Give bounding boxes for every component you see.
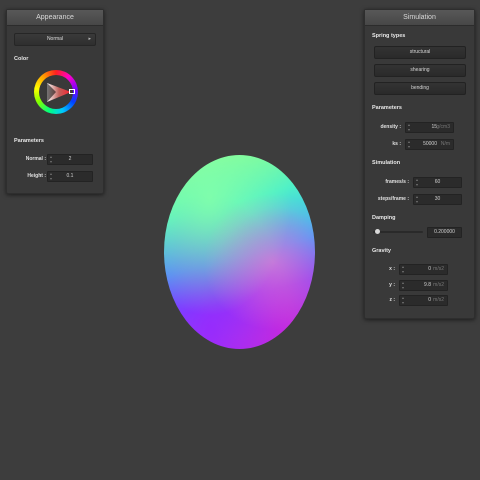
- steps-value: 30: [434, 196, 441, 202]
- ks-field[interactable]: ▴ ▾ 50000 N/m: [405, 139, 454, 150]
- gravity-x-label: x :: [389, 266, 395, 272]
- normal-value: 2: [68, 156, 72, 162]
- appearance-panel: Appearance Normal ▸ Color Parameters Nor…: [6, 9, 104, 194]
- damping-label: Damping: [372, 215, 396, 221]
- spinner-arrows-icon[interactable]: ▴ ▾: [402, 295, 404, 305]
- shading-mode-select[interactable]: Normal ▸: [14, 33, 96, 46]
- damping-slider-handle[interactable]: [375, 229, 381, 234]
- height-value: 0.1: [66, 173, 74, 179]
- gravity-z-value: 0: [428, 297, 431, 303]
- gravity-z-unit: m/s2: [433, 297, 444, 303]
- spring-types-label: Spring types: [372, 33, 406, 39]
- normal-field[interactable]: ▴ ▾ 2: [47, 154, 93, 165]
- gravity-label: Gravity: [372, 248, 391, 254]
- gravity-y-unit: m/s2: [433, 282, 444, 288]
- density-label: density :: [380, 124, 401, 130]
- damping-field[interactable]: 0.200000: [427, 227, 462, 238]
- gravity-y-value: 9.8: [424, 282, 431, 288]
- appearance-panel-title[interactable]: Appearance: [7, 10, 103, 26]
- fps-field[interactable]: ▴ ▾ 60: [413, 177, 462, 188]
- height-field[interactable]: ▴ ▾ 0.1: [47, 171, 93, 182]
- gravity-z-label: z :: [389, 297, 395, 303]
- spinner-arrows-icon[interactable]: ▴ ▾: [402, 280, 404, 290]
- color-label: Color: [14, 56, 29, 62]
- sim-parameters-label: Parameters: [372, 105, 402, 111]
- ks-value: 50000: [423, 141, 437, 147]
- bending-toggle-button[interactable]: bending: [374, 82, 466, 95]
- chevron-down-icon: ▸: [88, 36, 91, 42]
- spinner-arrows-icon[interactable]: ▴ ▾: [408, 122, 410, 132]
- gravity-z-field[interactable]: ▴ ▾ 0 m/s2: [399, 295, 448, 306]
- ks-unit: N/m: [440, 141, 450, 147]
- gravity-y-field[interactable]: ▴ ▾ 9.8 m/s2: [399, 280, 448, 291]
- gravity-y-label: y :: [389, 282, 395, 288]
- fps-value: 60: [434, 179, 441, 185]
- density-unit: g/cm3: [436, 124, 450, 130]
- structural-toggle-button[interactable]: structural: [374, 46, 466, 59]
- damping-value: 0.200000: [434, 229, 455, 235]
- spinner-arrows-icon[interactable]: ▴ ▾: [402, 264, 404, 274]
- hue-marker[interactable]: [69, 89, 75, 94]
- density-field[interactable]: ▴ ▾ 15 g/cm3: [405, 122, 454, 133]
- simulation-label: Simulation: [372, 160, 401, 166]
- fps-label: frames/s :: [385, 179, 409, 185]
- gravity-x-field[interactable]: ▴ ▾ 0 m/s2: [399, 264, 448, 275]
- normal-label: Normal :: [25, 156, 46, 162]
- simulation-panel-title[interactable]: Simulation: [365, 10, 474, 26]
- steps-label: steps/frame :: [377, 196, 409, 202]
- shearing-toggle-button[interactable]: shearing: [374, 64, 466, 77]
- damping-slider[interactable]: [373, 228, 423, 236]
- ks-label: ks :: [392, 141, 401, 147]
- gravity-x-value: 0: [428, 266, 431, 272]
- appearance-parameters-label: Parameters: [14, 138, 44, 144]
- cloth-sphere: [164, 155, 315, 349]
- steps-field[interactable]: ▴ ▾ 30: [413, 194, 462, 205]
- height-label: Height :: [27, 173, 46, 179]
- color-wheel[interactable]: [34, 70, 78, 114]
- spinner-arrows-icon[interactable]: ▴ ▾: [408, 139, 410, 149]
- shading-mode-value: Normal: [46, 36, 64, 42]
- simulation-panel: Simulation Spring types structural shear…: [364, 9, 475, 319]
- gravity-x-unit: m/s2: [433, 266, 444, 272]
